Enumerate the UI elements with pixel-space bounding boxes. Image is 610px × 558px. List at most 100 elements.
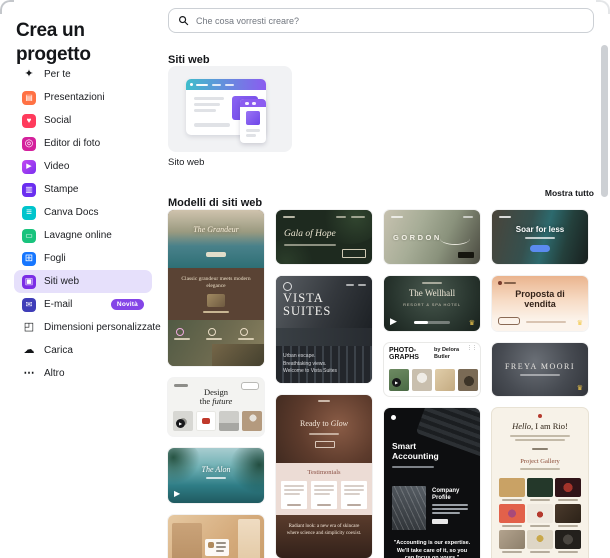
gallery-tile <box>555 530 581 549</box>
template-the-alon[interactable]: The Alon <box>168 448 264 503</box>
person-photo <box>172 523 202 558</box>
decor-bar <box>246 134 256 137</box>
modelli-heading: Modelli di siti web <box>168 197 263 210</box>
template-freya-moori[interactable]: FREYA MOORI <box>492 343 588 396</box>
sidebar-item-canva-docs[interactable]: Canva Docs <box>14 201 152 224</box>
template-title: The Alon <box>201 465 231 474</box>
nav-bar <box>346 284 354 286</box>
template-column-4: Soar for less Proposta di vendita FREYA … <box>492 210 588 558</box>
pro-crown-icon <box>577 385 583 392</box>
phone-illustration <box>240 99 266 143</box>
sito-web-card-label: Sito web <box>168 157 205 168</box>
decor-bar <box>284 493 300 495</box>
template-hello-rio[interactable]: Hello, I am Rio! Project Gallery <box>492 408 588 558</box>
decor-block <box>246 111 260 125</box>
testimonial-card <box>341 481 367 509</box>
pool-photo <box>168 210 264 268</box>
sidebar-item-siti-web[interactable]: Siti web <box>14 270 152 293</box>
decor-bar <box>206 477 226 479</box>
sidebar-item-email[interactable]: E-mail Novità <box>14 293 152 316</box>
page-title: Crea un progetto <box>16 19 91 66</box>
sidebar-item-per-te[interactable]: Per te <box>14 63 152 86</box>
logo-placeholder <box>499 216 511 218</box>
caption-bar <box>558 499 578 501</box>
decor-bar <box>314 485 334 487</box>
decor-block <box>202 418 210 424</box>
template-the-wellhall[interactable]: The Wellhall RESORT & SPA HOTEL <box>384 276 480 331</box>
link-placeholder <box>532 448 548 450</box>
decor-bar <box>347 504 361 506</box>
vase-photo <box>238 519 260 558</box>
sito-web-card[interactable] <box>168 66 292 152</box>
template-gala-of-hope[interactable]: Gala of Hope <box>276 210 372 264</box>
decor-bar <box>194 97 224 100</box>
sidebar-item-editor-di-foto[interactable]: Editor di foto <box>14 132 152 155</box>
gallery-tile <box>499 504 525 523</box>
photo-editor-icon <box>22 136 36 151</box>
decor-bar <box>284 485 304 487</box>
video-progress-fill <box>414 321 428 324</box>
novita-badge: Novità <box>110 299 144 310</box>
decor-bar <box>203 311 229 313</box>
deckchair-photo <box>212 344 264 366</box>
template-title: The Grandeur <box>193 225 239 234</box>
template-design-the-future[interactable]: Design the future <box>168 378 264 436</box>
sidebar-item-stampe[interactable]: Stampe <box>14 178 152 201</box>
template-vista-suites[interactable]: VISTA SUITES Urban escape. Breathtaking … <box>276 276 372 383</box>
sidebar-item-carica[interactable]: Carica <box>14 339 152 362</box>
template-quote: "Accounting is our expertise. We'll take… <box>393 540 471 558</box>
sidebar-item-social[interactable]: Social <box>14 109 152 132</box>
button-placeholder <box>342 249 366 258</box>
social-icon <box>22 113 36 128</box>
decor-bar <box>284 244 336 246</box>
template-smart-accounting[interactable]: Smart Accounting Company Profile "Accoun… <box>384 408 480 558</box>
create-project-panel: Crea un progetto Per te Presentazioni So… <box>0 0 610 558</box>
play-icon <box>390 317 397 326</box>
template-soar-for-less[interactable]: Soar for less <box>492 210 588 264</box>
sidebar-item-video[interactable]: Video <box>14 155 152 178</box>
template-title: GORDON <box>393 233 442 242</box>
mostra-tutto-link[interactable]: Mostra tutto <box>168 188 594 198</box>
template-ready-to-glow[interactable]: Ready to Glow Testimonials Radiant look:… <box>276 395 372 558</box>
template-title: Soar for less <box>515 225 565 234</box>
gallery-tile <box>555 478 581 497</box>
template-photographs[interactable]: PHOTO-GRAPHS by Delora Butler ⋮⋮ <box>384 343 480 396</box>
logo-dot <box>538 414 542 418</box>
gallery-tile <box>242 411 262 431</box>
sidebar-item-label: Lavagne online <box>44 230 112 241</box>
decor-bar <box>317 504 331 506</box>
logo-dot <box>391 415 396 420</box>
feature-icon <box>176 328 184 336</box>
search-input[interactable]: Che cosa vorresti creare? <box>168 8 594 33</box>
cta-button <box>530 245 550 252</box>
template-grandeur-resort[interactable]: The Grandeur Classic grandeur meets mode… <box>168 210 264 366</box>
caption-bar <box>502 499 522 501</box>
decor-bar <box>252 101 256 105</box>
decor-bar <box>520 374 560 376</box>
sidebar-item-dimensioni-personalizzate[interactable]: Dimensioni personalizzate <box>14 316 161 339</box>
sidebar-item-label: Stampe <box>44 184 79 195</box>
decor-bar <box>344 485 364 487</box>
decor-bar <box>309 433 339 435</box>
sidebar-item-lavagne-online[interactable]: Lavagne online <box>14 224 152 247</box>
sidebar-item-altro[interactable]: Altro <box>14 362 152 385</box>
template-line: Breathtaking views. <box>283 360 327 367</box>
button-placeholder <box>432 519 448 524</box>
decor-bar <box>525 237 555 239</box>
decor-photo <box>207 294 225 307</box>
scrollbar-thumb[interactable] <box>601 45 608 197</box>
template-title: Proposta di vendita <box>515 289 565 310</box>
script-flourish <box>440 232 470 245</box>
sidebar-item-fogli[interactable]: Fogli <box>14 247 152 270</box>
template-lifestyle-store[interactable] <box>168 515 264 558</box>
sidebar-item-presentazioni[interactable]: Presentazioni <box>14 86 152 109</box>
decor-bar <box>287 504 301 506</box>
sidebar-item-label: Canva Docs <box>44 207 99 218</box>
decor-bar <box>206 338 222 340</box>
panel-corner-left <box>0 0 14 14</box>
decor-bar <box>510 435 570 437</box>
template-proposta-di-vendita[interactable]: Proposta di vendita <box>492 276 588 331</box>
sparkle-icon <box>22 68 36 82</box>
play-icon <box>176 419 185 428</box>
template-gordon[interactable]: GORDON <box>384 210 480 264</box>
